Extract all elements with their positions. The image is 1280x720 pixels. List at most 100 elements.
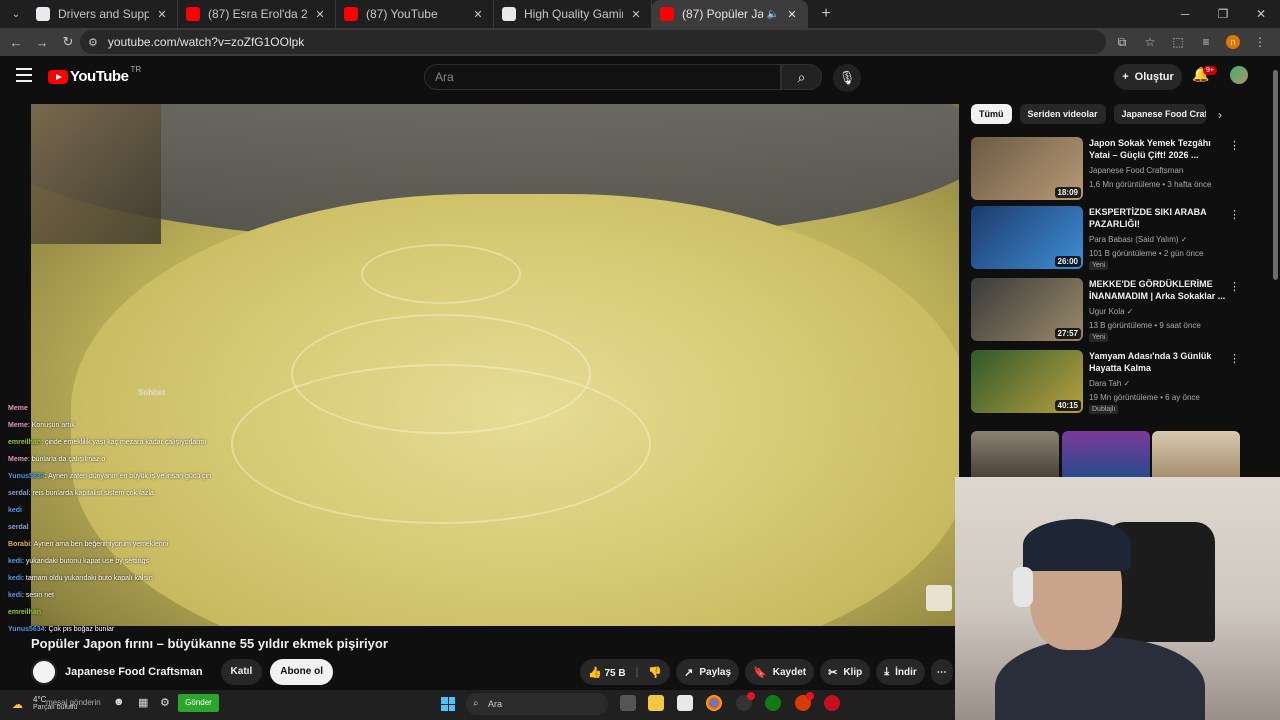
tab-youtube[interactable]: (87) YouTube ✕ <box>336 0 494 28</box>
close-icon[interactable]: ✕ <box>629 8 643 21</box>
close-icon[interactable]: ✕ <box>785 8 799 21</box>
page-scrollbar-thumb[interactable] <box>1273 70 1278 280</box>
task-view-icon[interactable] <box>620 695 636 711</box>
account-avatar[interactable] <box>1230 66 1248 84</box>
reload-icon[interactable]: ↻ <box>56 34 80 50</box>
kebab-menu-icon[interactable]: ⋮ <box>1246 35 1274 49</box>
channel-watermark[interactable] <box>926 585 952 611</box>
tab-drivers[interactable]: Drivers and Support for Processors ✕ <box>28 0 178 28</box>
emoji-icon[interactable]: ☻ <box>113 696 125 708</box>
save-button[interactable]: 🔖 Kaydet <box>745 659 815 685</box>
taskbar-search[interactable]: Ara <box>466 693 608 715</box>
url-field[interactable]: ⚙ youtube.com/watch?v=zoZfG1OOlpk <box>80 30 1106 54</box>
create-button[interactable]: + Oluştur <box>1114 64 1182 90</box>
chat-username[interactable]: serdal <box>8 490 29 497</box>
search-input[interactable]: Ara <box>424 64 781 90</box>
voice-search-button[interactable]: 🎙 <box>833 64 861 92</box>
minimize-icon[interactable]: ─ <box>1166 0 1204 28</box>
chat-username[interactable]: Yunus5634 <box>8 473 45 480</box>
kebab-menu-icon[interactable]: ⋮ <box>1229 208 1240 221</box>
kebab-menu-icon[interactable]: ⋮ <box>1229 352 1240 365</box>
like-button[interactable]: 👍 75 B <box>588 666 626 679</box>
chat-username[interactable]: kedi <box>8 592 22 599</box>
maximize-icon[interactable]: ❐ <box>1204 0 1242 28</box>
chat-username[interactable]: serdal <box>8 524 29 531</box>
close-icon[interactable]: ✕ <box>155 8 169 21</box>
store-icon[interactable] <box>677 695 693 711</box>
recommended-title[interactable]: Yamyam Adası'nda 3 Günlük Hayatta Kalma <box>1089 350 1229 374</box>
tab-hyperx[interactable]: High Quality Gaming Gear – HyperX ✕ <box>494 0 652 28</box>
short-thumbnail[interactable] <box>1152 431 1240 477</box>
plus-icon: + <box>1122 71 1129 83</box>
channel-name[interactable]: Japanese Food Craftsman <box>65 666 203 678</box>
window-close-icon[interactable]: ✕ <box>1242 0 1280 28</box>
recommended-video[interactable]: 18:09 Japon Sokak Yemek Tezgâhı Yatai – G… <box>971 137 1240 201</box>
chip-channel[interactable]: Japanese Food Craftsman <box>1113 104 1206 124</box>
windows-taskbar: 4°C ☁ mesaj gönderin Parçalı bulutlu ☻ ▦… <box>0 690 955 720</box>
chat-username[interactable]: emreilhan <box>8 439 41 446</box>
recommended-channel[interactable]: Ugur Kola ✓ <box>1089 307 1134 316</box>
weather-temp[interactable]: 4°C <box>33 695 46 704</box>
chat-username[interactable]: kedi <box>8 507 22 514</box>
kebab-menu-icon[interactable]: ⋮ <box>1229 139 1240 152</box>
kebab-menu-icon[interactable]: ⋮ <box>1229 280 1240 293</box>
recommended-video[interactable]: 27:57 MEKKE'DE GÖRDÜKLERİME İNANAMADIM | … <box>971 278 1240 342</box>
chat-username[interactable]: kedi <box>8 575 22 582</box>
gift-icon[interactable]: ▦ <box>138 696 148 709</box>
reading-list-icon[interactable]: ≡ <box>1192 35 1220 49</box>
thumbs-down-icon[interactable]: 👎 <box>648 666 662 679</box>
forward-icon[interactable]: → <box>30 35 54 50</box>
send-button[interactable]: Gönder <box>178 694 219 712</box>
youtube-logo[interactable]: YouTube TR <box>48 65 141 85</box>
bookmark-star-icon[interactable]: ☆ <box>1136 35 1164 49</box>
chat-username[interactable]: emreilhan <box>8 609 41 616</box>
settings-gear-icon[interactable]: ⚙ <box>160 696 170 709</box>
extensions-icon[interactable]: ⬚ <box>1164 35 1192 49</box>
clip-button[interactable]: ✂ Klip <box>820 659 871 685</box>
channel-avatar[interactable] <box>31 659 57 685</box>
chat-username[interactable]: Meme <box>8 422 28 429</box>
recommended-title[interactable]: EKSPERTİZDE SIKI ARABA PAZARLIĞI! <box>1089 206 1229 230</box>
chevron-right-icon[interactable]: › <box>1218 108 1222 122</box>
share-button[interactable]: ↗ Paylaş <box>676 659 740 685</box>
download-button[interactable]: ⤓ İndir <box>876 659 925 685</box>
short-thumbnail[interactable] <box>971 431 1059 477</box>
file-explorer-icon[interactable] <box>648 695 664 711</box>
cast-icon[interactable]: ⧉ <box>1108 35 1136 50</box>
site-info-icon[interactable]: ⚙ <box>88 36 98 49</box>
chat-username[interactable]: Yunus5634 <box>8 626 45 633</box>
xbox-icon[interactable] <box>765 695 781 711</box>
close-icon[interactable]: ✕ <box>471 8 485 21</box>
profile-avatar[interactable]: n <box>1226 35 1240 49</box>
new-tab-button[interactable]: + <box>814 5 838 23</box>
recommended-title[interactable]: MEKKE'DE GÖRDÜKLERİME İNANAMADIM | Arka … <box>1089 278 1229 302</box>
search-button[interactable]: ⌕ <box>781 64 822 90</box>
recommended-channel[interactable]: Para Babası (Said Yalım) ✓ <box>1089 235 1187 244</box>
valorant-icon[interactable] <box>824 695 840 711</box>
tab-esra-erol[interactable]: (87) Esra Erol'da 23 Şubat 2026 ✕ <box>178 0 336 28</box>
recommended-video[interactable]: 40:15 Yamyam Adası'nda 3 Günlük Hayatta K… <box>971 350 1240 414</box>
chat-username[interactable]: Meme <box>8 405 28 412</box>
channel-row: Japanese Food Craftsman Katıl Abone ol <box>31 658 333 686</box>
tab-active-video[interactable]: (87) Popüler Japon fırını – b 🔈 ✕ <box>652 0 808 28</box>
short-thumbnail[interactable] <box>1062 431 1150 477</box>
tab-search-chevron-icon[interactable]: ⌄ <box>4 4 28 24</box>
close-icon[interactable]: ✕ <box>313 8 327 21</box>
recommended-channel[interactable]: Dara Tah ✓ <box>1089 379 1130 388</box>
hamburger-menu-icon[interactable] <box>16 68 32 82</box>
speaker-icon[interactable]: 🔈 <box>767 9 779 20</box>
chrome-icon[interactable] <box>706 695 722 711</box>
chip-all[interactable]: Tümü <box>971 104 1012 124</box>
chip-series[interactable]: Seriden videolar <box>1019 104 1106 124</box>
subscribe-button[interactable]: Abone ol <box>270 659 333 685</box>
chat-username[interactable]: Borabi <box>8 541 30 548</box>
more-actions-button[interactable]: ⋯ <box>930 659 953 685</box>
recommended-title[interactable]: Japon Sokak Yemek Tezgâhı Yatai – Güçlü … <box>1089 137 1229 161</box>
join-button[interactable]: Katıl <box>220 659 263 685</box>
back-icon[interactable]: ← <box>4 35 28 50</box>
chat-username[interactable]: kedi <box>8 558 22 565</box>
recommended-channel[interactable]: Japanese Food Craftsman <box>1089 166 1183 175</box>
chat-username[interactable]: Meme <box>8 456 28 463</box>
recommended-video[interactable]: 26:00 EKSPERTİZDE SIKI ARABA PAZARLIĞI! Pa… <box>971 206 1240 270</box>
windows-start-icon[interactable] <box>441 697 455 711</box>
